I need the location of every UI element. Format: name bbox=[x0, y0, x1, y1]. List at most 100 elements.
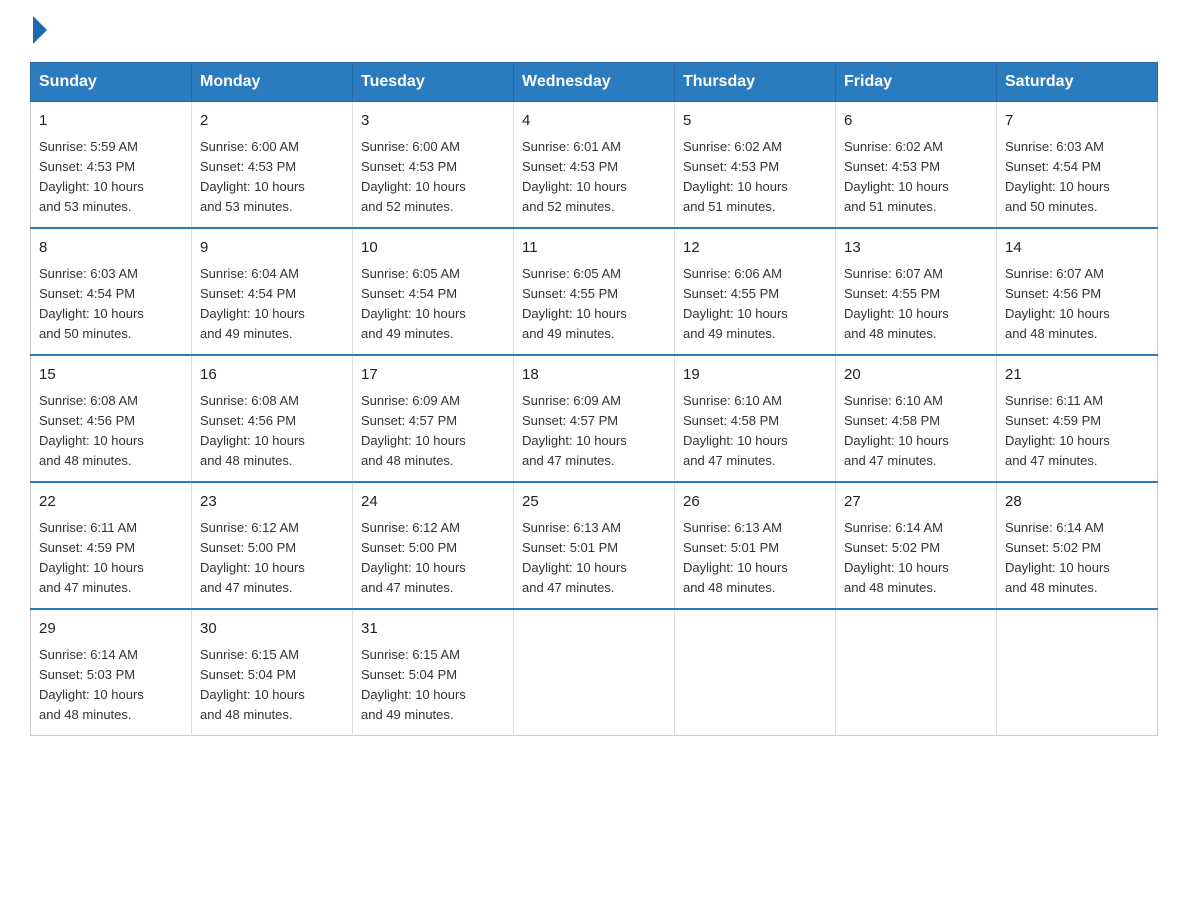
day-info: Sunrise: 6:14 AMSunset: 5:02 PMDaylight:… bbox=[844, 520, 949, 595]
calendar-table: SundayMondayTuesdayWednesdayThursdayFrid… bbox=[30, 62, 1158, 736]
calendar-cell: 7 Sunrise: 6:03 AMSunset: 4:54 PMDaylight… bbox=[997, 102, 1158, 229]
day-info: Sunrise: 6:06 AMSunset: 4:55 PMDaylight:… bbox=[683, 266, 788, 341]
calendar-cell: 30 Sunrise: 6:15 AMSunset: 5:04 PMDayligh… bbox=[192, 609, 353, 736]
column-header-sunday: Sunday bbox=[31, 63, 192, 102]
calendar-cell: 24 Sunrise: 6:12 AMSunset: 5:00 PMDayligh… bbox=[353, 482, 514, 609]
calendar-cell: 31 Sunrise: 6:15 AMSunset: 5:04 PMDayligh… bbox=[353, 609, 514, 736]
logo bbox=[30, 20, 47, 44]
day-number: 13 bbox=[844, 237, 988, 260]
day-number: 3 bbox=[361, 110, 505, 133]
calendar-cell: 28 Sunrise: 6:14 AMSunset: 5:02 PMDayligh… bbox=[997, 482, 1158, 609]
day-number: 7 bbox=[1005, 110, 1149, 133]
day-number: 28 bbox=[1005, 491, 1149, 514]
calendar-cell: 6 Sunrise: 6:02 AMSunset: 4:53 PMDaylight… bbox=[836, 102, 997, 229]
day-info: Sunrise: 6:12 AMSunset: 5:00 PMDaylight:… bbox=[361, 520, 466, 595]
calendar-cell: 19 Sunrise: 6:10 AMSunset: 4:58 PMDayligh… bbox=[675, 355, 836, 482]
calendar-week-row: 22 Sunrise: 6:11 AMSunset: 4:59 PMDayligh… bbox=[31, 482, 1158, 609]
day-number: 15 bbox=[39, 364, 183, 387]
column-header-friday: Friday bbox=[836, 63, 997, 102]
logo-triangle-icon bbox=[33, 16, 47, 44]
day-info: Sunrise: 6:10 AMSunset: 4:58 PMDaylight:… bbox=[683, 393, 788, 468]
calendar-cell: 26 Sunrise: 6:13 AMSunset: 5:01 PMDayligh… bbox=[675, 482, 836, 609]
calendar-cell: 21Sunrise: 6:11 AMSunset: 4:59 PMDayligh… bbox=[997, 355, 1158, 482]
calendar-cell: 20Sunrise: 6:10 AMSunset: 4:58 PMDayligh… bbox=[836, 355, 997, 482]
day-info: Sunrise: 6:14 AMSunset: 5:02 PMDaylight:… bbox=[1005, 520, 1110, 595]
day-number: 27 bbox=[844, 491, 988, 514]
calendar-header-row: SundayMondayTuesdayWednesdayThursdayFrid… bbox=[31, 63, 1158, 102]
day-info: Sunrise: 6:08 AMSunset: 4:56 PMDaylight:… bbox=[39, 393, 144, 468]
calendar-cell: 1 Sunrise: 5:59 AMSunset: 4:53 PMDaylight… bbox=[31, 102, 192, 229]
day-number: 8 bbox=[39, 237, 183, 260]
day-number: 21 bbox=[1005, 364, 1149, 387]
calendar-week-row: 8Sunrise: 6:03 AMSunset: 4:54 PMDaylight… bbox=[31, 228, 1158, 355]
day-number: 23 bbox=[200, 491, 344, 514]
day-number: 11 bbox=[522, 237, 666, 260]
day-number: 10 bbox=[361, 237, 505, 260]
calendar-cell: 16 Sunrise: 6:08 AMSunset: 4:56 PMDayligh… bbox=[192, 355, 353, 482]
day-number: 24 bbox=[361, 491, 505, 514]
calendar-week-row: 15 Sunrise: 6:08 AMSunset: 4:56 PMDayligh… bbox=[31, 355, 1158, 482]
day-number: 19 bbox=[683, 364, 827, 387]
calendar-cell: 15 Sunrise: 6:08 AMSunset: 4:56 PMDayligh… bbox=[31, 355, 192, 482]
day-number: 16 bbox=[200, 364, 344, 387]
day-info: Sunrise: 6:15 AMSunset: 5:04 PMDaylight:… bbox=[361, 647, 466, 722]
calendar-cell: 4 Sunrise: 6:01 AMSunset: 4:53 PMDaylight… bbox=[514, 102, 675, 229]
day-number: 1 bbox=[39, 110, 183, 133]
day-number: 14 bbox=[1005, 237, 1149, 260]
day-number: 26 bbox=[683, 491, 827, 514]
calendar-cell: 23Sunrise: 6:12 AMSunset: 5:00 PMDayligh… bbox=[192, 482, 353, 609]
day-info: Sunrise: 5:59 AMSunset: 4:53 PMDaylight:… bbox=[39, 139, 144, 214]
calendar-cell: 12Sunrise: 6:06 AMSunset: 4:55 PMDayligh… bbox=[675, 228, 836, 355]
calendar-cell: 2Sunrise: 6:00 AMSunset: 4:53 PMDaylight… bbox=[192, 102, 353, 229]
day-info: Sunrise: 6:11 AMSunset: 4:59 PMDaylight:… bbox=[39, 520, 144, 595]
day-info: Sunrise: 6:00 AMSunset: 4:53 PMDaylight:… bbox=[361, 139, 466, 214]
calendar-cell: 25 Sunrise: 6:13 AMSunset: 5:01 PMDayligh… bbox=[514, 482, 675, 609]
calendar-cell: 18 Sunrise: 6:09 AMSunset: 4:57 PMDayligh… bbox=[514, 355, 675, 482]
calendar-week-row: 29Sunrise: 6:14 AMSunset: 5:03 PMDayligh… bbox=[31, 609, 1158, 736]
day-info: Sunrise: 6:09 AMSunset: 4:57 PMDaylight:… bbox=[522, 393, 627, 468]
day-info: Sunrise: 6:03 AMSunset: 4:54 PMDaylight:… bbox=[1005, 139, 1110, 214]
day-info: Sunrise: 6:07 AMSunset: 4:56 PMDaylight:… bbox=[1005, 266, 1110, 341]
day-info: Sunrise: 6:04 AMSunset: 4:54 PMDaylight:… bbox=[200, 266, 305, 341]
column-header-wednesday: Wednesday bbox=[514, 63, 675, 102]
day-info: Sunrise: 6:07 AMSunset: 4:55 PMDaylight:… bbox=[844, 266, 949, 341]
day-info: Sunrise: 6:09 AMSunset: 4:57 PMDaylight:… bbox=[361, 393, 466, 468]
day-number: 9 bbox=[200, 237, 344, 260]
day-number: 5 bbox=[683, 110, 827, 133]
day-info: Sunrise: 6:08 AMSunset: 4:56 PMDaylight:… bbox=[200, 393, 305, 468]
day-info: Sunrise: 6:13 AMSunset: 5:01 PMDaylight:… bbox=[522, 520, 627, 595]
calendar-cell: 14 Sunrise: 6:07 AMSunset: 4:56 PMDayligh… bbox=[997, 228, 1158, 355]
day-info: Sunrise: 6:13 AMSunset: 5:01 PMDaylight:… bbox=[683, 520, 788, 595]
day-number: 25 bbox=[522, 491, 666, 514]
day-info: Sunrise: 6:05 AMSunset: 4:55 PMDaylight:… bbox=[522, 266, 627, 341]
calendar-cell: 3 Sunrise: 6:00 AMSunset: 4:53 PMDaylight… bbox=[353, 102, 514, 229]
day-number: 6 bbox=[844, 110, 988, 133]
page-header bbox=[30, 20, 1158, 44]
day-number: 31 bbox=[361, 618, 505, 641]
day-info: Sunrise: 6:15 AMSunset: 5:04 PMDaylight:… bbox=[200, 647, 305, 722]
column-header-thursday: Thursday bbox=[675, 63, 836, 102]
calendar-cell bbox=[836, 609, 997, 736]
calendar-cell: 11 Sunrise: 6:05 AMSunset: 4:55 PMDayligh… bbox=[514, 228, 675, 355]
column-header-saturday: Saturday bbox=[997, 63, 1158, 102]
column-header-monday: Monday bbox=[192, 63, 353, 102]
day-number: 18 bbox=[522, 364, 666, 387]
day-number: 20 bbox=[844, 364, 988, 387]
calendar-cell: 8Sunrise: 6:03 AMSunset: 4:54 PMDaylight… bbox=[31, 228, 192, 355]
day-number: 4 bbox=[522, 110, 666, 133]
calendar-cell: 9 Sunrise: 6:04 AMSunset: 4:54 PMDaylight… bbox=[192, 228, 353, 355]
day-info: Sunrise: 6:02 AMSunset: 4:53 PMDaylight:… bbox=[844, 139, 949, 214]
day-number: 17 bbox=[361, 364, 505, 387]
day-number: 2 bbox=[200, 110, 344, 133]
calendar-cell: 17 Sunrise: 6:09 AMSunset: 4:57 PMDayligh… bbox=[353, 355, 514, 482]
calendar-cell: 22 Sunrise: 6:11 AMSunset: 4:59 PMDayligh… bbox=[31, 482, 192, 609]
day-number: 30 bbox=[200, 618, 344, 641]
day-number: 22 bbox=[39, 491, 183, 514]
day-info: Sunrise: 6:14 AMSunset: 5:03 PMDaylight:… bbox=[39, 647, 144, 722]
calendar-cell bbox=[675, 609, 836, 736]
day-info: Sunrise: 6:05 AMSunset: 4:54 PMDaylight:… bbox=[361, 266, 466, 341]
calendar-cell: 27 Sunrise: 6:14 AMSunset: 5:02 PMDayligh… bbox=[836, 482, 997, 609]
day-info: Sunrise: 6:02 AMSunset: 4:53 PMDaylight:… bbox=[683, 139, 788, 214]
day-info: Sunrise: 6:01 AMSunset: 4:53 PMDaylight:… bbox=[522, 139, 627, 214]
calendar-cell: 10 Sunrise: 6:05 AMSunset: 4:54 PMDayligh… bbox=[353, 228, 514, 355]
